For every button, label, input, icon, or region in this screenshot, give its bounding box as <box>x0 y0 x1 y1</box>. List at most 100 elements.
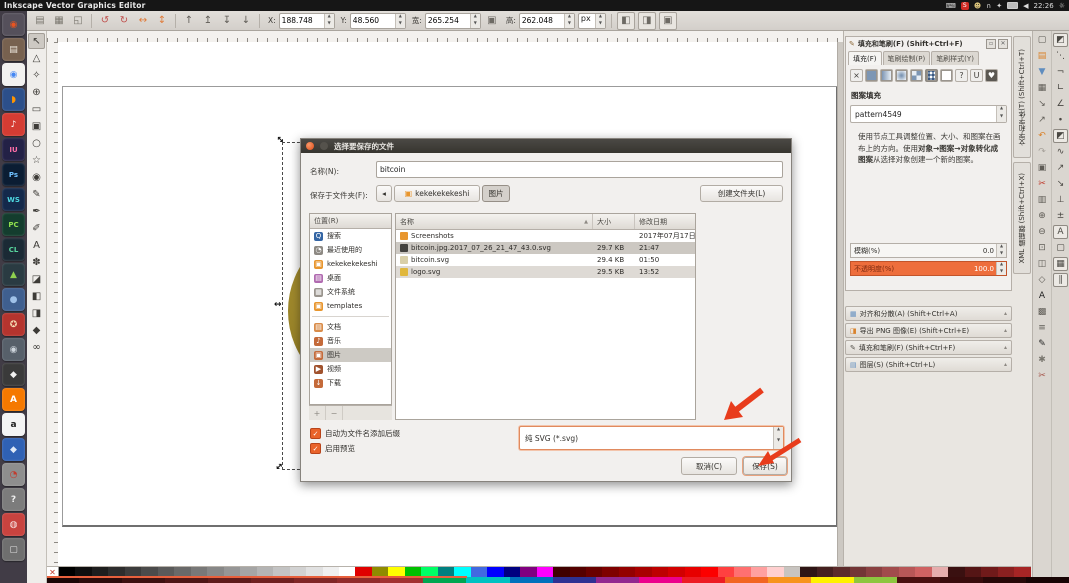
duplicate-icon[interactable]: ◫ <box>1035 257 1050 271</box>
software-center[interactable]: ◍ <box>2 513 25 536</box>
enable-preview-checkbox[interactable]: ✓ 启用预览 <box>310 443 355 454</box>
lock-ratio-icon[interactable]: ▣ <box>484 13 500 29</box>
height-field[interactable]: ▲▼ <box>519 13 575 29</box>
trash[interactable]: ▢ <box>2 538 25 561</box>
dash-home[interactable]: ◉ <box>2 13 25 36</box>
column-size[interactable]: 大小 <box>593 214 635 229</box>
pattern-icon[interactable] <box>925 69 938 82</box>
opacity-slider[interactable]: 不透明度(%) 100.0 ▲▼ <box>850 261 1007 276</box>
snap-node-cusp-icon[interactable]: ↘ <box>1053 177 1068 191</box>
text-font-vertical-tab[interactable]: 文字和字体(T) (Shift+Ctrl+T) <box>1013 36 1031 158</box>
xml-editor-vertical-tab[interactable]: XML 编辑器 (Shift+Ctrl+X) <box>1013 162 1031 274</box>
cut-icon[interactable]: ✂ <box>1035 177 1050 191</box>
collapse-arrow-icon[interactable]: ▴ <box>1004 327 1007 334</box>
text-tool-icon[interactable]: A <box>28 237 45 253</box>
pycharm[interactable]: PC <box>2 213 25 236</box>
flat-color-icon[interactable] <box>865 69 878 82</box>
palette-swatch-row2[interactable] <box>682 577 725 583</box>
pattern-select[interactable]: pattern4549 ▲▼ <box>850 105 1007 123</box>
dialog-minimize-icon[interactable] <box>320 142 328 150</box>
eraser-tool-icon[interactable]: ◪ <box>28 271 45 287</box>
file-row[interactable]: bitcoin.jpg.2017_07_26_21_47_43.0.svg29.… <box>396 242 695 254</box>
lower-icon[interactable]: ↧ <box>219 13 235 29</box>
input-method-icon[interactable]: S <box>961 2 969 10</box>
calligraphy-tool-icon[interactable]: ✐ <box>28 220 45 236</box>
netease-music[interactable]: ♪ <box>2 113 25 136</box>
snap-bbox-corner-icon[interactable]: ∟ <box>1053 81 1068 95</box>
pencil-tool-icon[interactable]: ✎ <box>28 186 45 202</box>
palette-swatch-row2[interactable] <box>466 577 509 583</box>
snap-nodes-icon[interactable]: ◩ <box>1053 129 1068 143</box>
palette-swatch-row2[interactable] <box>940 577 983 583</box>
intellij-idea[interactable]: IU <box>2 138 25 161</box>
breadcrumb-back-button[interactable]: ◂ <box>376 185 392 202</box>
android-studio[interactable]: ▲ <box>2 263 25 286</box>
breadcrumb-home-button[interactable]: ▣ kekekekekeshi <box>394 185 480 202</box>
steam[interactable]: ◉ <box>2 338 25 361</box>
palette-swatch-row2[interactable] <box>983 577 1026 583</box>
webstorm[interactable]: WS <box>2 188 25 211</box>
spray-tool-icon[interactable]: ✽ <box>28 254 45 270</box>
width-field[interactable]: ▲▼ <box>425 13 481 29</box>
file-manager[interactable]: ▤ <box>2 38 25 61</box>
text-dialog-icon[interactable]: A <box>1035 289 1050 303</box>
dialog-close-icon[interactable] <box>306 142 314 150</box>
filename-input[interactable]: bitcoin <box>376 161 783 178</box>
blur-slider[interactable]: 模糊(%) 0.0 ▲▼ <box>850 243 1007 258</box>
pattern-alt-icon[interactable] <box>910 69 923 82</box>
zoom-page-icon[interactable]: ⊡ <box>1035 241 1050 255</box>
gradient-tool-icon[interactable]: ◨ <box>28 305 45 321</box>
column-date[interactable]: 修改日期 <box>635 214 695 229</box>
unknown-paint-icon[interactable]: ? <box>955 69 968 82</box>
palette-scroll-indicator[interactable] <box>47 576 467 578</box>
file-row[interactable]: logo.svg29.5 KB13:52 <box>396 266 695 278</box>
globe-app[interactable]: ● <box>2 288 25 311</box>
export-icon[interactable]: ↗ <box>1035 113 1050 127</box>
snap-page-border-icon[interactable]: ▢ <box>1053 241 1068 255</box>
zoom-selection-icon[interactable]: ⊕ <box>1035 209 1050 223</box>
snap-center-icon[interactable]: ∙ <box>1053 113 1068 127</box>
orange-a-app[interactable]: A <box>2 388 25 411</box>
new-document-icon[interactable]: ▢ <box>1035 33 1050 47</box>
lower-to-bottom-icon[interactable]: ↓ <box>238 13 254 29</box>
accessibility-icon[interactable]: ✦ <box>996 2 1002 10</box>
palette-swatch-row2[interactable] <box>768 577 811 583</box>
preferences-icon[interactable]: ✱ <box>1035 353 1050 367</box>
collapse-arrow-icon[interactable]: ▴ <box>1004 361 1007 368</box>
user-icon[interactable]: ☻ <box>974 2 981 10</box>
amazon[interactable]: a <box>2 413 25 436</box>
gauge-app[interactable]: ◔ <box>2 463 25 486</box>
clock[interactable]: 22:26 <box>1034 2 1054 10</box>
palette-swatch-row2[interactable] <box>1026 577 1069 583</box>
swatch-icon[interactable] <box>940 69 953 82</box>
filetype-dropdown[interactable]: 纯 SVG (*.svg) ▲▼ <box>519 426 784 450</box>
clion[interactable]: CL <box>2 238 25 261</box>
docked-panel-3[interactable]: ▤图层(S) (Shift+Ctrl+L)▴ <box>845 357 1012 372</box>
collapse-arrow-icon[interactable]: ▴ <box>1004 344 1007 351</box>
selection-handle-middle-left[interactable]: ↔ <box>274 301 282 309</box>
wifi-icon[interactable]: ∩ <box>986 2 991 10</box>
snap-master-icon[interactable]: ◩ <box>1053 33 1068 47</box>
chrome[interactable]: ◉ <box>2 63 25 86</box>
place-item-templates[interactable]: ▣templates <box>310 299 391 313</box>
spiral-tool-icon[interactable]: ◉ <box>28 169 45 185</box>
virtualbox[interactable]: ◆ <box>2 438 25 461</box>
snap-path-icon[interactable]: ∿ <box>1053 145 1068 159</box>
breadcrumb-current-button[interactable]: 图片 <box>482 185 510 202</box>
file-row[interactable]: Screenshots2017年07月17日 <box>396 230 695 242</box>
palette-swatch-row2[interactable] <box>854 577 897 583</box>
radial-gradient-icon[interactable] <box>895 69 908 82</box>
import-icon[interactable]: ↘ <box>1035 97 1050 111</box>
scale-stroke-toggle-icon[interactable]: ◧ <box>617 12 635 30</box>
open-document-icon[interactable]: ▤ <box>1035 49 1050 63</box>
palette-swatch-row2[interactable] <box>510 577 553 583</box>
palette-swatch-row2[interactable] <box>553 577 596 583</box>
node-tool-icon[interactable]: △ <box>28 50 45 66</box>
inkscape[interactable]: ◆ <box>2 363 25 386</box>
xml-icon[interactable]: ≡ <box>1035 321 1050 335</box>
place-item-文档[interactable]: ▤文档 <box>310 320 391 334</box>
y-spinner[interactable]: ▲▼ <box>395 14 405 28</box>
paste-icon[interactable]: ▥ <box>1035 193 1050 207</box>
x-field[interactable]: ▲▼ <box>279 13 335 29</box>
redo-icon[interactable]: ↷ <box>1035 145 1050 159</box>
